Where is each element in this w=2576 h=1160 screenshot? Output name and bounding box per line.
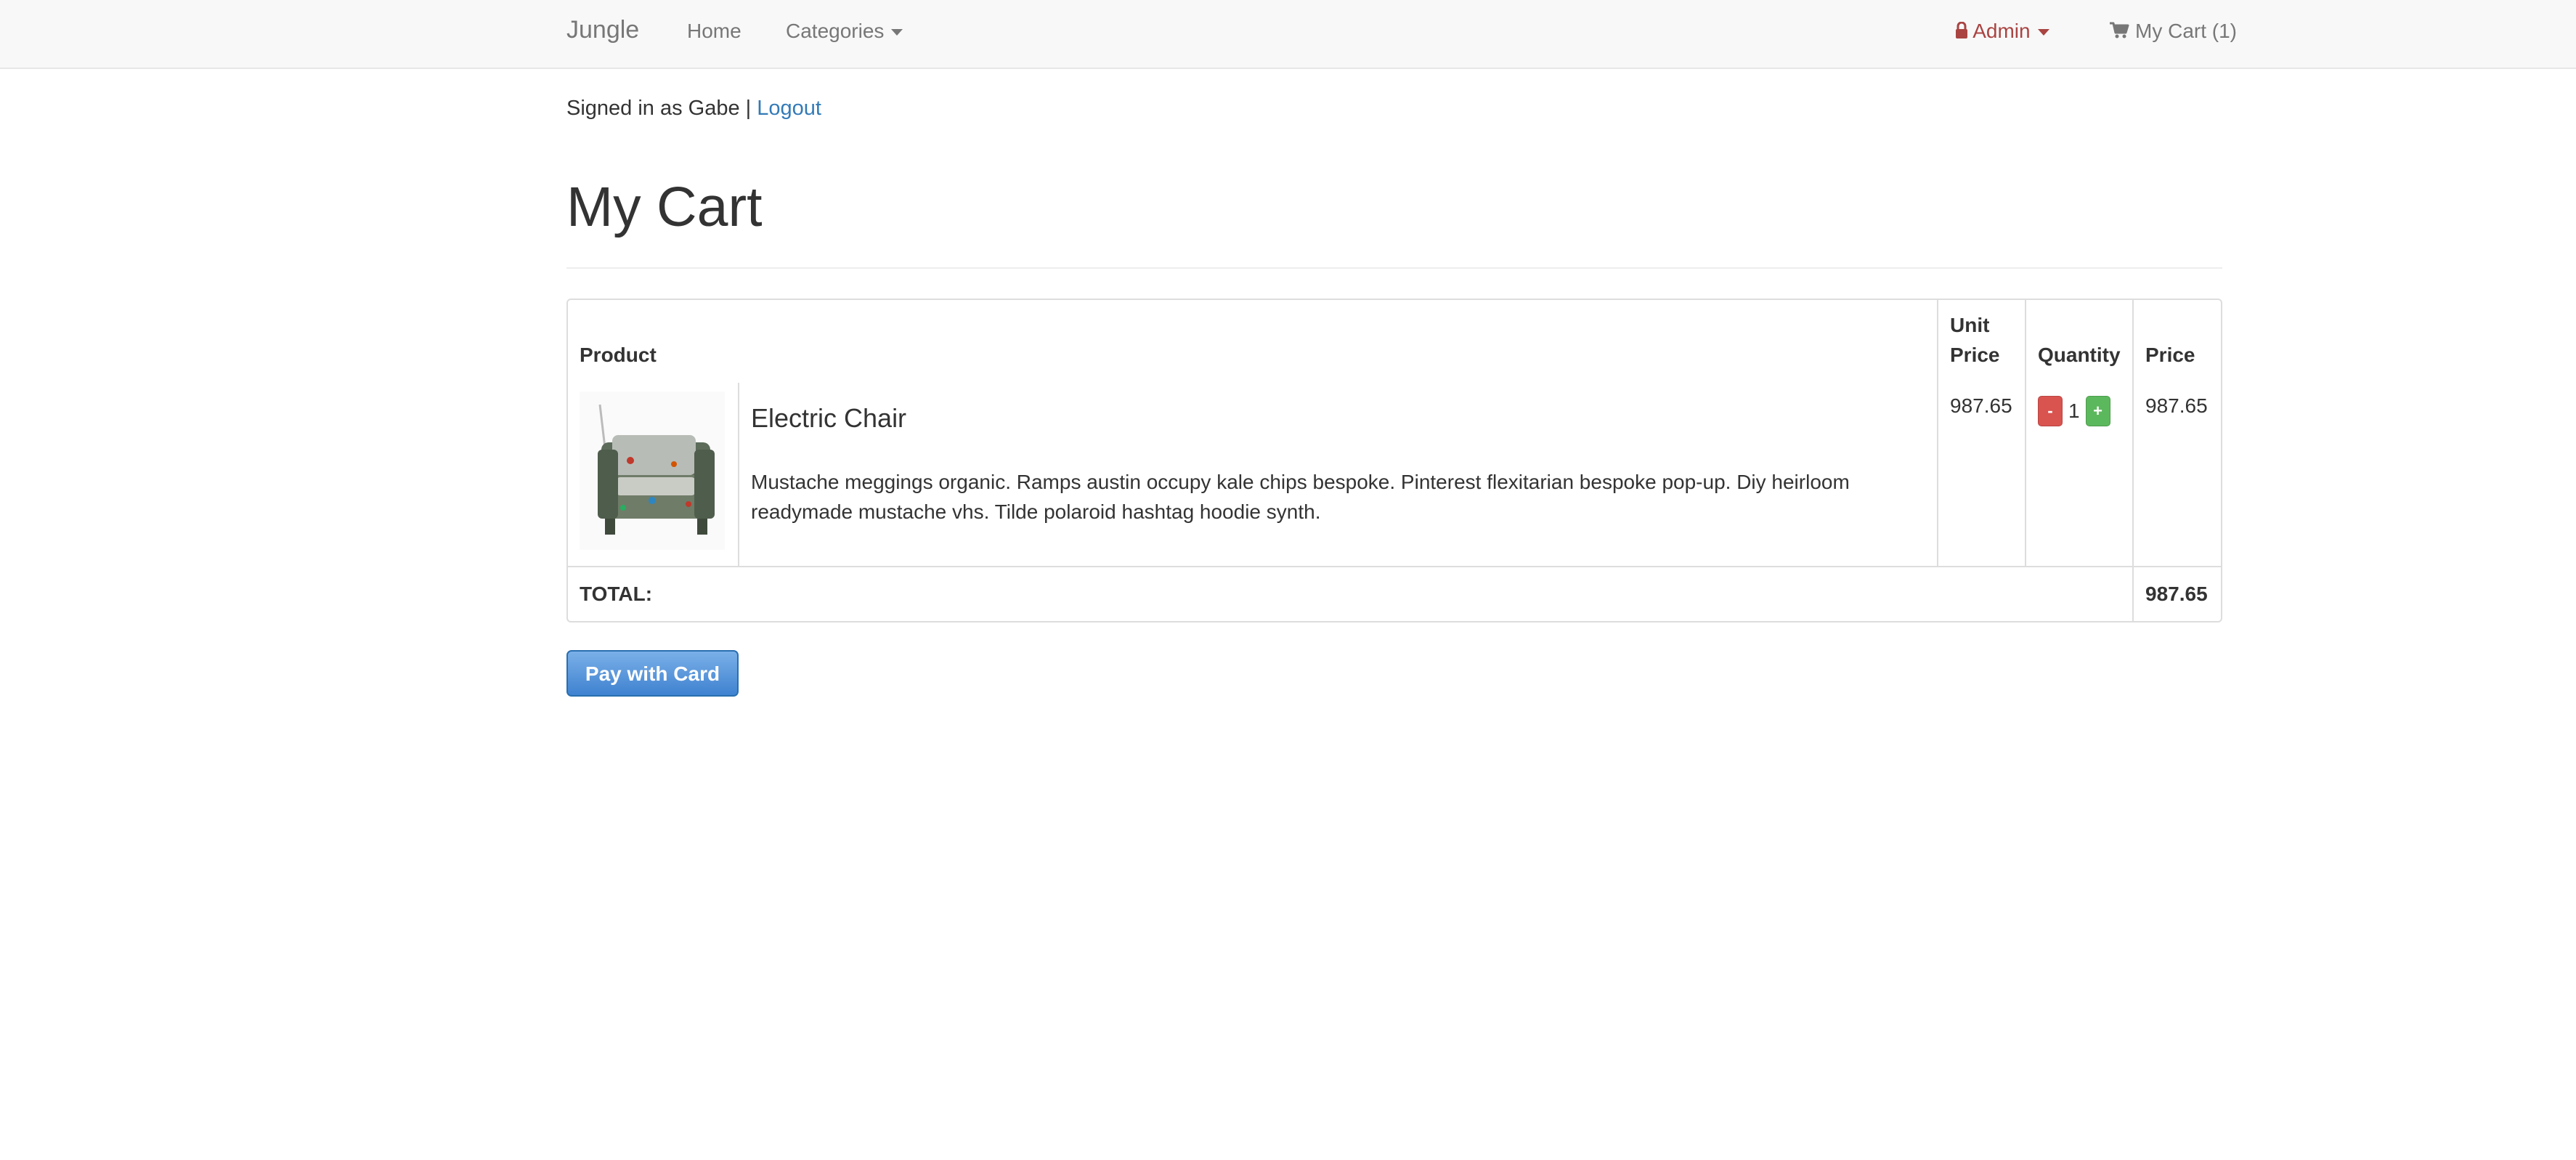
nav-home-link[interactable]: Home: [687, 20, 741, 43]
table-row: Electric Chair Mustache meggings organic…: [568, 383, 2221, 567]
nav-categories-dropdown[interactable]: Categories: [786, 20, 903, 43]
pay-with-card-button[interactable]: Pay with Card: [566, 650, 739, 697]
header-unit-price-line1: Unit: [1950, 314, 1990, 336]
nav-admin-dropdown[interactable]: Admin: [1955, 20, 2049, 44]
total-value: 987.65: [2145, 583, 2208, 605]
cart-table: Product Unit Price Quantity Price Electr…: [566, 299, 2222, 622]
title-divider: [566, 267, 2222, 269]
quantity-cell: - 1 +: [2026, 383, 2134, 567]
header-price: Price: [2145, 344, 2195, 366]
table-header-row: Product Unit Price Quantity Price: [568, 300, 2221, 383]
total-row: TOTAL: 987.65: [568, 567, 2221, 621]
increment-quantity-button[interactable]: +: [2085, 396, 2110, 426]
product-info-cell: Electric Chair Mustache meggings organic…: [739, 383, 1938, 567]
product-image[interactable]: [580, 392, 725, 550]
caret-down-icon: [891, 29, 903, 36]
nav-cart-label: My Cart (1): [2135, 20, 2237, 42]
logout-link[interactable]: Logout: [757, 97, 821, 120]
nav-admin-label: Admin: [1972, 20, 2031, 42]
product-name[interactable]: Electric Chair: [751, 403, 1925, 434]
page-title: My Cart: [566, 176, 763, 238]
decrement-quantity-button[interactable]: -: [2038, 396, 2063, 426]
quantity-stepper: - 1 +: [2038, 396, 2121, 426]
product-description: Mustache meggings organic. Ramps austin …: [751, 471, 1850, 523]
shopping-cart-icon: [2109, 21, 2129, 44]
header-quantity: Quantity: [2026, 300, 2134, 383]
navbar-inner: Jungle Home Categories Admin My Cart (1): [566, 0, 2237, 68]
nav-categories-label: Categories: [786, 20, 885, 42]
quantity-value: 1: [2068, 399, 2080, 422]
product-image-cell: [568, 383, 739, 567]
caret-down-icon: [2037, 29, 2049, 36]
header-product: Product: [568, 300, 1938, 383]
header-unit-price-line2: Price: [1950, 344, 2000, 366]
lock-icon: [1955, 21, 1968, 44]
nav-cart-link[interactable]: My Cart (1): [2109, 20, 2237, 44]
top-navbar: Jungle Home Categories Admin My Cart (1): [0, 0, 2576, 69]
signed-in-text: Signed in as Gabe |: [566, 97, 752, 120]
signed-in-status: Signed in as Gabe | Logout: [566, 97, 821, 121]
line-price-cell: 987.65: [2134, 383, 2221, 567]
header-unit-price: Unit Price: [1938, 300, 2026, 383]
brand-link[interactable]: Jungle: [566, 16, 639, 44]
unit-price-cell: 987.65: [1938, 383, 2026, 567]
total-label: TOTAL:: [568, 567, 2134, 621]
